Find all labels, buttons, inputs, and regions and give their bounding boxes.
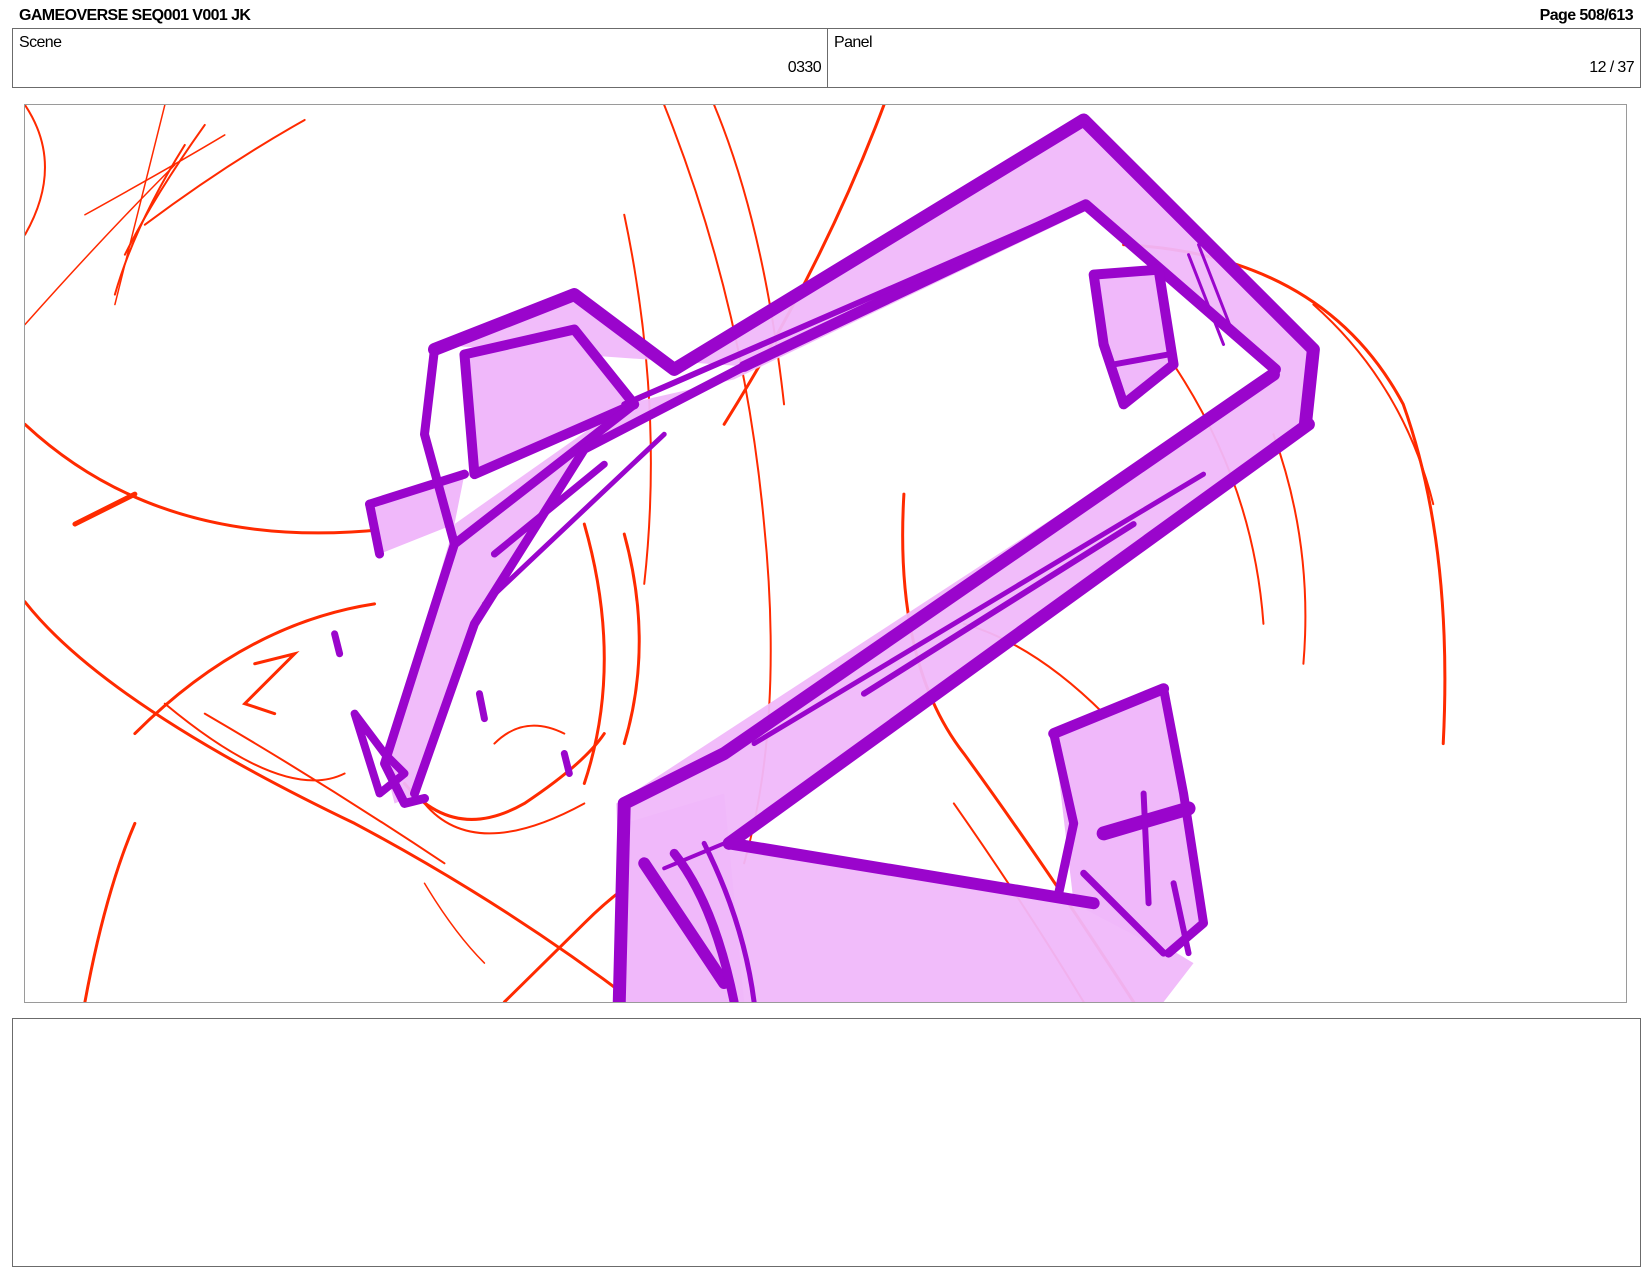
page-number: Page 508/613	[1539, 7, 1634, 24]
scene-cell: Scene 0330	[13, 29, 828, 87]
storyboard-frame	[24, 104, 1627, 1003]
panel-value: 12 / 37	[1589, 59, 1634, 76]
storyboard-sketch	[25, 105, 1447, 1002]
panel-notes-box	[12, 1018, 1641, 1267]
scene-panel-info: Scene 0330 Panel 12 / 37	[12, 28, 1641, 88]
document-header: GAMEOVERSE SEQ001 V001 JK Page 508/613	[19, 7, 1634, 29]
document-title: GAMEOVERSE SEQ001 V001 JK	[19, 7, 251, 24]
panel-cell: Panel 12 / 37	[828, 29, 1640, 87]
scene-label: Scene	[19, 34, 62, 51]
panel-label: Panel	[834, 34, 873, 51]
scene-value: 0330	[787, 59, 822, 76]
